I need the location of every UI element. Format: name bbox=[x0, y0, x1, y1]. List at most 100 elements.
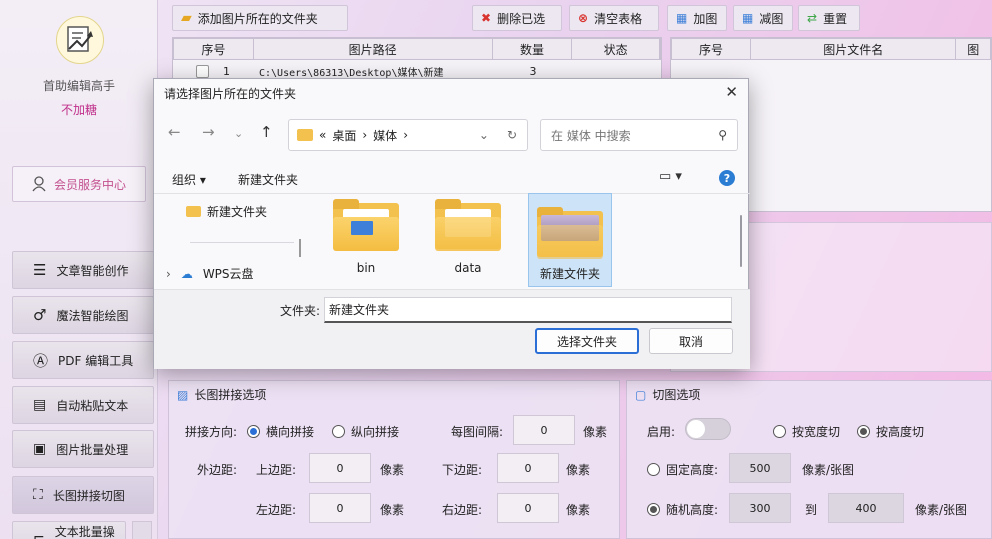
folder-icon bbox=[186, 206, 201, 217]
address-bar[interactable]: « 桌面 › 媒体 › ⌄ ↻ bbox=[288, 119, 528, 151]
close-icon[interactable]: ✕ bbox=[725, 83, 738, 101]
dialog-title: 请选择图片所在的文件夹 bbox=[164, 87, 297, 101]
cut-options-panel: ▢ 切图选项 启用: 按宽度切 按高度切 固定高度: 500 像素/张图 随机高… bbox=[626, 380, 992, 539]
stitch-panel-title-text: 长图拼接选项 bbox=[194, 388, 267, 402]
nav-magic-draw[interactable]: ♂ 魔法智能绘图 bbox=[12, 296, 154, 334]
clear-table-button[interactable]: ⊗ 清空表格 bbox=[569, 5, 659, 31]
random-height-radio[interactable]: 随机高度: bbox=[647, 501, 718, 518]
nav-long-image-stitch[interactable]: ⛶ 长图拼接切图 bbox=[12, 476, 154, 514]
folder-item-data[interactable]: data bbox=[432, 199, 504, 285]
cut-panel-title: ▢ 切图选项 bbox=[627, 381, 991, 408]
nav-pdf-tool[interactable]: Ⓐ PDF 编辑工具 bbox=[12, 341, 154, 379]
member-center-label: 会员服务中心 bbox=[53, 177, 126, 192]
select-folder-button[interactable]: 选择文件夹 bbox=[535, 328, 639, 354]
unit-label: 像素 bbox=[566, 503, 591, 517]
fixed-height-input[interactable]: 500 bbox=[729, 453, 791, 483]
cancel-button[interactable]: 取消 bbox=[649, 328, 733, 354]
col-filename[interactable]: 图片文件名 bbox=[751, 39, 957, 59]
clear-icon: ⊗ bbox=[578, 11, 589, 25]
row-index: 1 bbox=[223, 64, 230, 78]
row-checkbox[interactable] bbox=[196, 64, 209, 78]
left-margin-label: 左边距: bbox=[256, 503, 297, 517]
margin-label: 外边距: bbox=[197, 463, 238, 477]
by-height-label: 按高度切 bbox=[876, 425, 925, 439]
enable-toggle[interactable] bbox=[685, 418, 731, 440]
folder-name: data bbox=[454, 261, 482, 275]
reset-icon: ⇄ bbox=[807, 11, 818, 25]
add-image-button[interactable]: ▦ 加图 bbox=[667, 5, 727, 31]
col-count[interactable]: 数量 bbox=[493, 39, 573, 59]
by-width-radio[interactable]: 按宽度切 bbox=[773, 423, 840, 440]
remove-image-button[interactable]: ▦ 减图 bbox=[733, 5, 793, 31]
tree-item-wps-cloud[interactable]: › ☁ WPS云盘 bbox=[166, 265, 254, 282]
tree-item-label: 新建文件夹 bbox=[207, 205, 268, 219]
by-height-radio[interactable]: 按高度切 bbox=[857, 423, 924, 440]
right-margin-label: 右边距: bbox=[442, 503, 483, 517]
cloud-icon: ☁ bbox=[180, 266, 193, 281]
breadcrumb-overflow[interactable]: « bbox=[319, 128, 326, 142]
search-box[interactable]: 在 媒体 中搜索 ⚲ bbox=[540, 119, 738, 151]
cut-panel-title-text: 切图选项 bbox=[652, 388, 701, 402]
fixed-height-radio[interactable]: 固定高度: bbox=[647, 461, 718, 478]
col-path[interactable]: 图片路径 bbox=[254, 39, 493, 59]
add-folder-label: 添加图片所在的文件夹 bbox=[197, 11, 318, 26]
pdf-icon: Ⓐ bbox=[33, 351, 49, 370]
random-height-label: 随机高度: bbox=[666, 503, 719, 517]
col-status[interactable]: 状态 bbox=[572, 39, 660, 59]
left-margin-input[interactable]: 0 bbox=[309, 493, 371, 523]
tree-item-new-folder[interactable]: 新建文件夹 bbox=[186, 203, 267, 220]
back-arrow-icon[interactable]: ← bbox=[168, 123, 181, 141]
col-index[interactable]: 序号 bbox=[672, 39, 752, 59]
random-to-input[interactable]: 400 bbox=[828, 493, 904, 523]
vertical-radio[interactable]: 纵向拼接 bbox=[332, 423, 399, 440]
top-margin-input[interactable]: 0 bbox=[309, 453, 371, 483]
search-icon: ⚲ bbox=[718, 128, 727, 142]
unit-label: 像素 bbox=[380, 503, 405, 517]
folder-item-new-folder[interactable]: 新建文件夹 bbox=[528, 193, 612, 287]
forward-arrow-icon[interactable]: → bbox=[202, 123, 215, 141]
delete-selected-button[interactable]: ✖ 删除已选 bbox=[472, 5, 562, 31]
nav-auto-paste[interactable]: ▤ 自动粘贴文本 bbox=[12, 386, 154, 424]
nav-article-create[interactable]: ☰ 文章智能创作 bbox=[12, 251, 154, 289]
col-index[interactable]: 序号 bbox=[174, 39, 254, 59]
app-subtitle[interactable]: 不加糖 bbox=[0, 101, 158, 118]
tree-item-label: WPS云盘 bbox=[202, 267, 254, 281]
history-chevron-icon[interactable]: ⌄ bbox=[479, 128, 489, 142]
content-scrollbar[interactable] bbox=[740, 215, 742, 267]
member-center-button[interactable]: 会员服务中心 bbox=[12, 166, 146, 202]
spacing-input[interactable]: 0 bbox=[513, 415, 575, 445]
list-icon: ☰ bbox=[33, 261, 47, 279]
toggle-knob bbox=[687, 420, 705, 438]
tree-scrollbar[interactable] bbox=[299, 239, 301, 257]
folder-item-bin[interactable]: bin bbox=[330, 199, 402, 285]
app-name: 首助编辑高手 bbox=[42, 79, 115, 93]
add-folder-button[interactable]: ▰ 添加图片所在的文件夹 bbox=[172, 5, 348, 31]
delete-selected-label: 删除已选 bbox=[497, 11, 546, 26]
help-icon[interactable]: ? bbox=[719, 170, 735, 186]
breadcrumb-media[interactable]: 媒体 bbox=[373, 127, 397, 144]
refresh-icon[interactable]: ↻ bbox=[507, 128, 517, 142]
add-image-label: 加图 bbox=[693, 11, 718, 26]
horizontal-radio[interactable]: 横向拼接 bbox=[247, 423, 314, 440]
bottom-margin-input[interactable]: 0 bbox=[497, 453, 559, 483]
divider bbox=[154, 193, 750, 194]
nav-image-batch[interactable]: ▣ 图片批量处理 bbox=[12, 430, 154, 468]
recent-chevron-icon[interactable]: ⌄ bbox=[234, 127, 243, 140]
nav-text-batch[interactable]: ⊏ 文本批量操作 bbox=[12, 521, 126, 539]
random-from-input[interactable]: 300 bbox=[729, 493, 791, 523]
folder-name-input[interactable]: 新建文件夹 bbox=[324, 297, 732, 323]
breadcrumb-desktop[interactable]: 桌面 bbox=[332, 127, 356, 144]
new-folder-button[interactable]: 新建文件夹 bbox=[238, 171, 298, 188]
organize-menu[interactable]: 组织 ▾ bbox=[172, 171, 206, 188]
top-margin-label: 上边距: bbox=[256, 463, 297, 477]
right-margin-input[interactable]: 0 bbox=[497, 493, 559, 523]
reset-button[interactable]: ⇄ 重置 bbox=[798, 5, 860, 31]
horizontal-label: 横向拼接 bbox=[266, 425, 315, 439]
sidebar-scroll-button[interactable] bbox=[132, 521, 152, 539]
nav-label: 图片批量处理 bbox=[56, 442, 129, 457]
col-image[interactable]: 图 bbox=[956, 39, 990, 59]
up-arrow-icon[interactable]: ↑ bbox=[260, 123, 273, 141]
nav-label: 文本批量操作 bbox=[54, 525, 115, 539]
by-width-label: 按宽度切 bbox=[792, 425, 841, 439]
view-options-icon[interactable]: ▭ ▾ bbox=[659, 169, 682, 184]
